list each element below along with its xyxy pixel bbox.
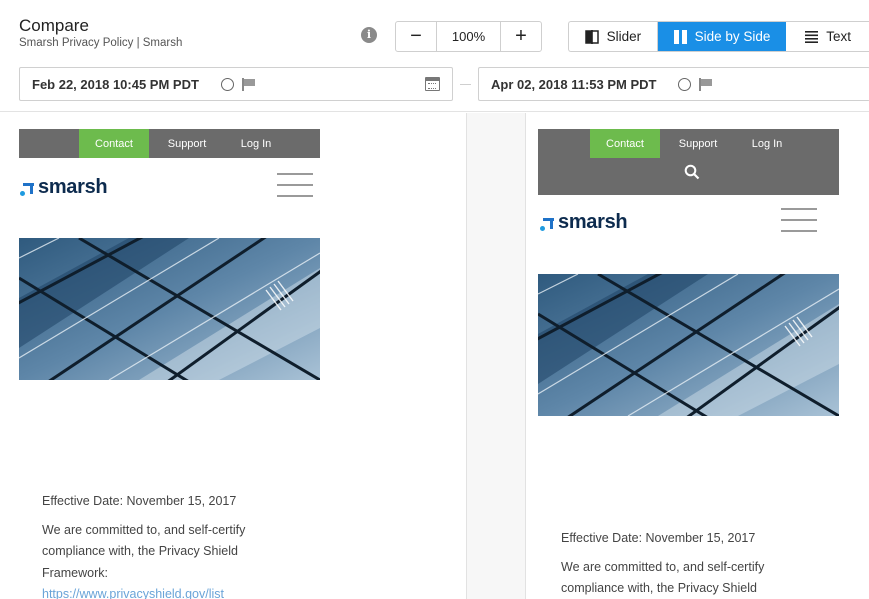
- right-nav-support[interactable]: Support: [660, 129, 736, 158]
- left-nav-support[interactable]: Support: [149, 129, 225, 158]
- left-para-line: We are committed to, and self-certify: [42, 522, 246, 537]
- flag-icon[interactable]: [699, 77, 713, 91]
- title-block: Compare Smarsh Privacy Policy | Smarsh: [19, 16, 182, 49]
- left-policy-text: Effective Date: November 15, 2017 We are…: [42, 491, 302, 599]
- left-date-value: Feb 22, 2018 10:45 PM PDT: [32, 76, 199, 92]
- slider-mode-button[interactable]: Slider: [569, 22, 658, 51]
- left-para-line: compliance with, the Privacy Shield: [42, 544, 238, 558]
- page-subtitle: Smarsh Privacy Policy | Smarsh: [19, 37, 183, 49]
- logo-text: smarsh: [38, 176, 108, 198]
- right-site-navbar: Contact Support Log In: [538, 129, 839, 195]
- left-date-selector[interactable]: Feb 22, 2018 10:45 PM PDT: [19, 67, 453, 101]
- right-policy-text: Effective Date: November 15, 2017 We are…: [561, 528, 821, 599]
- right-effective-date: Effective Date: November 15, 2017: [561, 531, 756, 545]
- side-by-side-mode-label: Side by Side: [694, 29, 771, 44]
- smarsh-logo-icon: [20, 182, 34, 197]
- zoom-in-button[interactable]: +: [501, 22, 541, 51]
- slider-icon: [584, 29, 599, 44]
- right-hero-image: [538, 274, 839, 416]
- smarsh-logo-icon: [540, 217, 554, 232]
- calendar-icon[interactable]: [425, 77, 440, 91]
- left-site-navbar: Contact Support Log In: [19, 129, 320, 158]
- zoom-level[interactable]: 100%: [436, 22, 501, 51]
- right-date-value: Apr 02, 2018 11:53 PM PDT: [491, 76, 657, 92]
- flag-icon[interactable]: [241, 77, 256, 91]
- right-date-selector[interactable]: Apr 02, 2018 11:53 PM PDT: [478, 67, 869, 101]
- right-para-line: compliance with, the Privacy Shield: [561, 581, 757, 595]
- view-mode-toggle: Slider Side by Side Text: [568, 21, 869, 52]
- left-nav-contact[interactable]: Contact: [79, 129, 149, 158]
- right-hamburger-menu-icon[interactable]: [781, 208, 817, 234]
- search-icon[interactable]: [684, 164, 700, 180]
- text-lines-icon: [805, 30, 819, 43]
- right-nav-contact[interactable]: Contact: [590, 129, 660, 158]
- compare-toolbar: Compare Smarsh Privacy Policy | Smarsh i…: [0, 0, 869, 112]
- left-privacy-shield-link[interactable]: https://www.privacyshield.gov/list: [42, 584, 302, 599]
- zoom-control: − 100% +: [395, 21, 542, 52]
- columns-icon: [673, 29, 687, 44]
- page-title: Compare: [19, 16, 89, 35]
- left-para-line: Framework:: [42, 565, 108, 580]
- date-range-separator: [460, 84, 471, 85]
- circle-icon[interactable]: [678, 77, 692, 91]
- left-hamburger-menu-icon[interactable]: [277, 173, 313, 199]
- right-para-line: We are committed to, and self-certify: [561, 559, 765, 574]
- slider-mode-label: Slider: [606, 29, 642, 44]
- text-mode-button[interactable]: Text: [786, 22, 869, 51]
- left-nav-login[interactable]: Log In: [225, 129, 287, 158]
- right-smarsh-logo[interactable]: smarsh: [540, 211, 628, 234]
- left-hero-image: [19, 238, 320, 380]
- pane-divider[interactable]: [466, 113, 526, 599]
- left-smarsh-logo[interactable]: smarsh: [20, 176, 108, 199]
- circle-icon[interactable]: [220, 77, 234, 91]
- left-effective-date: Effective Date: November 15, 2017: [42, 494, 237, 508]
- zoom-out-button[interactable]: −: [396, 22, 436, 51]
- text-mode-label: Text: [826, 29, 852, 44]
- logo-text: smarsh: [558, 211, 628, 233]
- side-by-side-mode-button[interactable]: Side by Side: [657, 22, 787, 51]
- info-icon[interactable]: i: [361, 27, 377, 43]
- right-nav-login[interactable]: Log In: [736, 129, 798, 158]
